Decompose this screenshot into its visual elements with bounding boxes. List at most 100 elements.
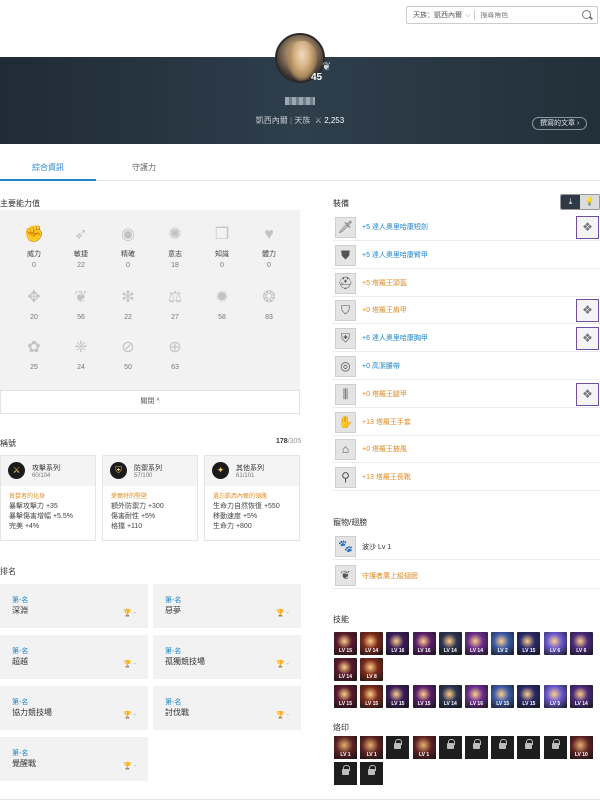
pet-item[interactable]: 🐾 波沙 Lv 1 xyxy=(333,533,600,560)
pants-gem-icon[interactable]: ❖ xyxy=(576,382,599,406)
armor-gem-icon[interactable]: ❖ xyxy=(576,327,599,351)
title-card-owned: 61 xyxy=(236,473,243,479)
stat-label: 知識 xyxy=(215,251,229,258)
skill-icon[interactable]: LV 6 xyxy=(543,632,567,655)
stat-item: ⊘ 50 xyxy=(104,338,152,371)
stat-value: 22 xyxy=(77,262,85,269)
sword-gem-icon[interactable]: ❖ xyxy=(576,216,599,239)
stat-value: 63 xyxy=(171,364,179,371)
ranking-item[interactable]: 第-名 協力競技場 🏆 - xyxy=(0,686,148,730)
skill-icon[interactable]: LV 14 xyxy=(465,632,488,655)
skill-icon[interactable]: LV 14 xyxy=(438,632,462,655)
skill-icon[interactable]: LV 15 xyxy=(517,632,541,655)
tab-overview[interactable]: 綜合資訊 xyxy=(0,156,96,181)
equipment-item[interactable]: ⛊ +5 達人奧里哈康臂甲 xyxy=(333,242,600,269)
stigma-slot[interactable] xyxy=(517,736,541,759)
skill-icon[interactable]: LV 16 xyxy=(465,685,488,708)
skill-level: LV 15 xyxy=(522,648,536,654)
trophy-icon: 🏆 xyxy=(122,712,134,719)
ranking-item[interactable]: 第-名 超越 🏆 - xyxy=(0,635,148,679)
stigma-slot[interactable] xyxy=(386,736,410,759)
scale-emblem-icon: ⚖ xyxy=(167,289,183,306)
title-card[interactable]: ⛨ 防禦系列 57/100 愛爾特的堅壁 額外防禦力 +300 傷害耐性 +5% 格擋 +1… xyxy=(102,455,198,541)
skill-icon[interactable]: LV 15 xyxy=(517,685,541,708)
equipment-item[interactable]: ⛑ +5 塔羅王頭盔 xyxy=(333,270,600,297)
skill-icon[interactable]: LV 5 xyxy=(543,685,567,708)
titles-owned: 178 xyxy=(276,438,288,445)
lock-icon xyxy=(473,739,481,749)
stigma-slot[interactable]: LV 10 xyxy=(569,736,593,759)
ranking-trophy: 🏆 - xyxy=(123,711,136,719)
server-select[interactable]: 天族：凱西內爾 xyxy=(407,10,474,20)
equipment-item[interactable]: ✋ +13 塔羅王手套 xyxy=(333,409,600,436)
stigma-slot[interactable]: LV 1 xyxy=(412,736,436,759)
stigma-slot[interactable] xyxy=(465,736,488,759)
leaf-emblem-icon: ❦ xyxy=(74,289,88,306)
skill-level: LV 14 xyxy=(574,701,588,707)
skill-icon[interactable]: LV 15 xyxy=(334,685,357,708)
lock-icon xyxy=(368,765,377,775)
ranking-item[interactable]: 第-名 覺醒戰 🏆 - xyxy=(0,737,148,781)
stat-label: 意志 xyxy=(168,251,182,258)
equipment-item[interactable]: ◎ +0 高潔腰帶 xyxy=(333,353,600,380)
skill-level: LV 14 xyxy=(339,674,352,680)
stigma-slot[interactable] xyxy=(491,736,515,759)
skill-icon[interactable]: LV 8 xyxy=(360,658,384,681)
skill-icon[interactable]: LV 14 xyxy=(334,658,357,681)
tab-bar: 綜合資訊 守護力 xyxy=(0,156,600,181)
skill-icon[interactable]: LV 15 xyxy=(491,685,515,708)
title-card[interactable]: ✦ 其他系列 61/101 遺忘凱西內爾的領路 生命力自然恢復 +550 移動速度 +5%… xyxy=(204,455,300,541)
stigma-level: LV 10 xyxy=(574,752,588,758)
stigma-slot[interactable]: LV 1 xyxy=(360,736,384,759)
footer-divider xyxy=(0,799,600,800)
stigma-slot[interactable] xyxy=(360,762,384,785)
claw-gem-icon[interactable]: ❖ xyxy=(576,299,599,323)
stigma-slot[interactable] xyxy=(334,762,357,785)
skill-icon[interactable]: LV 15 xyxy=(334,632,357,655)
stat-item: ✹ 58 xyxy=(198,288,246,321)
pet-item[interactable]: ❦ 守護者廣上級翅膀 xyxy=(333,562,600,589)
search-icon[interactable] xyxy=(580,8,594,22)
skill-icon[interactable]: LV 16 xyxy=(386,632,410,655)
equipment-item[interactable]: ⫼ +0 塔羅王腿甲 ❖ xyxy=(333,381,600,408)
written-posts-button[interactable]: 撰寫的文章 xyxy=(532,117,588,130)
lock-icon xyxy=(394,739,403,749)
ranking-item[interactable]: 第-名 討伐戰 🏆 - xyxy=(153,686,301,730)
stigma-level: LV 1 xyxy=(366,752,377,758)
stigma-slot[interactable]: LV 1 xyxy=(334,736,357,759)
stigma-slot[interactable] xyxy=(438,736,462,759)
skill-icon[interactable]: LV 6 xyxy=(569,632,593,655)
lock-icon xyxy=(342,765,350,775)
stigma-slot[interactable] xyxy=(543,736,567,759)
ranking-item[interactable]: 第-名 孤獨競技場 🏆 - xyxy=(153,635,301,679)
equipment-item[interactable]: ⛉ +0 塔羅王肩甲 ❖ xyxy=(333,297,600,325)
ranking-item[interactable]: 第-名 深淵 🏆 - xyxy=(0,584,148,628)
ranking-item[interactable]: 第-名 惡夢 🏆 - xyxy=(153,584,301,628)
skill-icon[interactable]: LV 14 xyxy=(438,685,462,708)
skill-icon[interactable]: LV 16 xyxy=(412,632,436,655)
download-icon[interactable]: ⤓ xyxy=(561,195,580,209)
tab-guardian[interactable]: 守護力 xyxy=(96,156,192,181)
skill-icon[interactable]: LV 15 xyxy=(412,685,436,708)
character-level: 45 xyxy=(311,72,323,83)
title-card-bonus: 格擋 +110 xyxy=(111,523,143,530)
skill-icon[interactable]: LV 14 xyxy=(569,685,593,708)
bulb-icon[interactable]: 💡 xyxy=(580,195,599,209)
skill-icon[interactable]: LV 15 xyxy=(360,685,384,708)
arm-guard-icon: ⛊ xyxy=(335,244,356,266)
equipment-item[interactable]: ⌂ +0 塔羅王披風 xyxy=(333,436,600,464)
skill-icon[interactable]: LV 15 xyxy=(386,685,410,708)
stat-item: ✊ 威力 0 xyxy=(10,225,58,269)
trophy-icon: 🏆 xyxy=(275,661,287,668)
equipment-item[interactable]: 🗡 +5 達人奧里哈康短劍 ❖ xyxy=(333,214,600,241)
equipment-item[interactable]: ⛨ +6 達人奧里哈康胸甲 ❖ xyxy=(333,325,600,353)
search-input[interactable] xyxy=(475,11,580,19)
skill-icon[interactable]: LV 2 xyxy=(491,632,515,655)
collapse-button[interactable]: 關閉 ^ xyxy=(0,390,300,414)
equipment-item[interactable]: ⚲ +13 塔羅王長靴 xyxy=(333,464,600,492)
title-card[interactable]: ⚔ 攻擊系列 60/104 貪婪者的化身 暴擊攻擊力 +35 暴擊傷害增幅 +5.5% 完美… xyxy=(0,455,96,541)
title-card-bonus: 完美 +4% xyxy=(9,523,40,530)
title-card-bonus: 生命力自然恢復 +550 xyxy=(213,503,280,510)
skill-icon[interactable]: LV 14 xyxy=(360,632,384,655)
stat-value: 22 xyxy=(124,314,132,321)
